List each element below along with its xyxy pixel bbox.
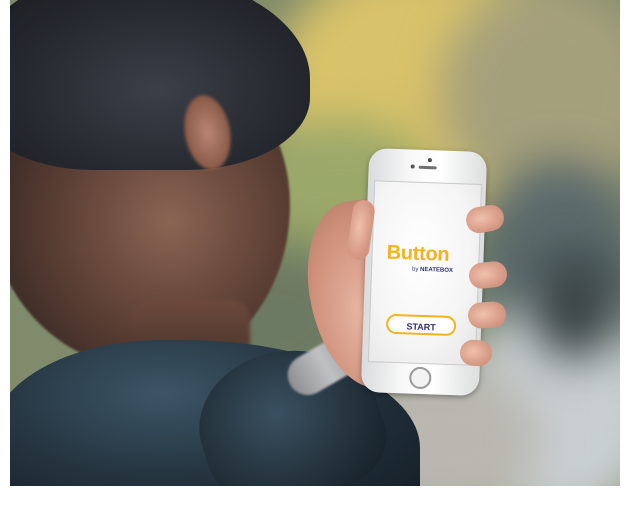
sensor-icon <box>410 164 415 169</box>
app-logo-text: Button <box>386 241 450 266</box>
person <box>10 0 620 486</box>
photo: Button by NEATEBOX START <box>10 0 620 486</box>
front-camera-icon <box>427 158 432 163</box>
byline-prefix: by <box>411 266 419 273</box>
phone-screen: Button by NEATEBOX START <box>367 180 483 366</box>
byline-brand: NEATEBOX <box>419 266 454 275</box>
person-cap <box>10 0 310 170</box>
start-button[interactable]: START <box>385 313 457 337</box>
speaker-grille-icon <box>418 165 437 170</box>
app-byline: by NEATEBOX <box>412 267 453 274</box>
finger <box>459 338 493 368</box>
home-button-icon[interactable] <box>408 366 432 390</box>
